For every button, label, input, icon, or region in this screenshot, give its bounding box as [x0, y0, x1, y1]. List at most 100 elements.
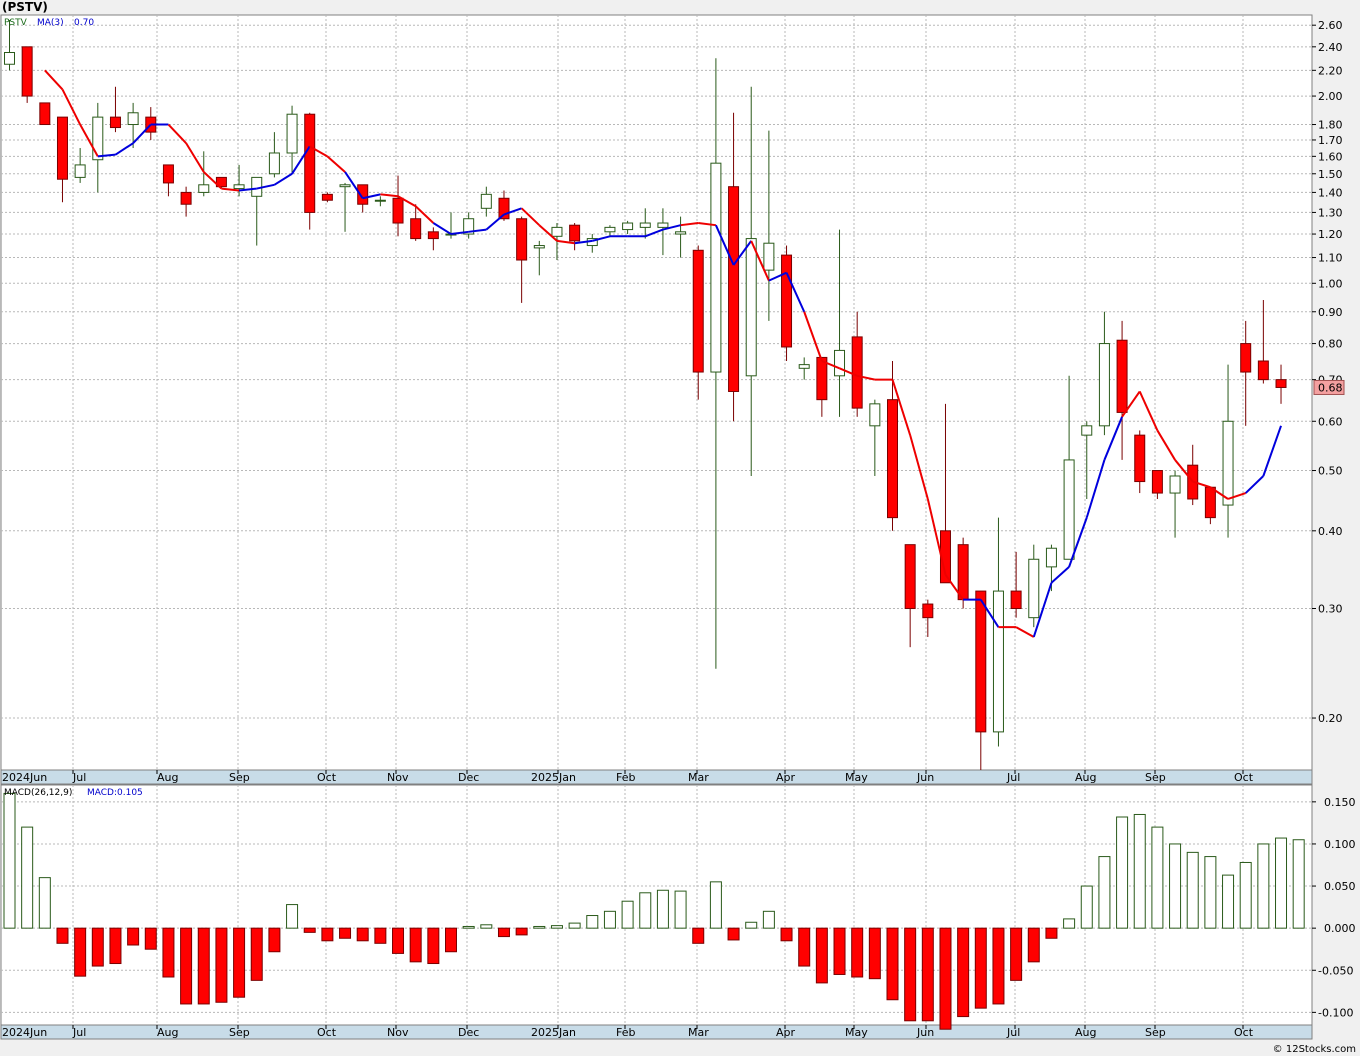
macd-bar	[886, 927, 899, 1001]
x-tick-label: Oct	[317, 1026, 337, 1039]
y-tick-label: 1.60	[1318, 150, 1343, 163]
macd-bar	[1151, 826, 1164, 929]
y-tick-label: -0.100	[1318, 1006, 1353, 1019]
candle-body	[1222, 420, 1234, 506]
y-tick-label: 1.70	[1318, 134, 1343, 147]
macd-panel	[0, 784, 1313, 1026]
x-tick-label: Jul	[72, 771, 86, 784]
x-tick-label: Oct	[1234, 1026, 1254, 1039]
candle-body	[957, 544, 969, 601]
macd-bar	[74, 927, 87, 977]
macd-bar	[1010, 927, 1023, 981]
last-price-label: 0.68	[1318, 381, 1343, 394]
macd-bar	[851, 927, 864, 978]
y-tick-label: 1.10	[1318, 252, 1343, 265]
macd-bar	[780, 927, 793, 942]
macd-bar	[1186, 851, 1199, 929]
x-tick-label: Nov	[387, 1026, 409, 1039]
candle-body	[763, 242, 775, 271]
candle-body	[1116, 339, 1128, 413]
candle-body	[1275, 379, 1287, 388]
y-tick-label: 0.30	[1318, 603, 1343, 616]
candle-body	[1204, 486, 1216, 519]
candle-body	[1081, 425, 1093, 436]
price-panel	[0, 14, 1313, 771]
copyright-credit: © 12Stocks.com	[1272, 1044, 1356, 1055]
macd-bar	[321, 927, 334, 942]
candle-body	[92, 116, 104, 161]
macd-bar	[3, 792, 16, 929]
macd-bar	[497, 927, 510, 938]
macd-bar	[550, 925, 563, 929]
macd-bar	[957, 927, 970, 1018]
candle-body	[728, 186, 740, 392]
x-tick-label: Feb	[616, 771, 635, 784]
candle-body	[233, 184, 245, 190]
x-tick-label: Dec	[458, 1026, 479, 1039]
candle-body	[1151, 470, 1163, 494]
candle-body	[427, 231, 439, 240]
x-tick-label: May	[845, 1026, 868, 1039]
candle-body	[180, 191, 192, 205]
macd-bar	[286, 904, 299, 929]
x-tick-label: Apr	[776, 771, 796, 784]
candle-body	[569, 224, 581, 242]
candle-body	[798, 364, 810, 369]
candle-body	[21, 46, 33, 97]
candle-body	[339, 184, 351, 188]
candle-body	[781, 254, 793, 348]
candle	[781, 245, 793, 362]
macd-legend-label: MACD(26,12,9)	[4, 788, 72, 798]
macd-bar	[1275, 837, 1288, 929]
x-tick-label: Sep	[229, 1026, 250, 1039]
candle-body	[480, 193, 492, 209]
candle-body	[410, 218, 422, 240]
candle-body	[992, 590, 1004, 733]
macd-bar	[480, 924, 493, 929]
macd-bar	[445, 927, 457, 953]
legend-ma-value: 0.70	[74, 18, 94, 28]
y-tick-label: 1.50	[1318, 168, 1343, 181]
candle	[304, 112, 316, 230]
candle-body	[922, 603, 934, 619]
candle-body	[56, 116, 68, 180]
price-y-axis: 2.60 2.40 2.20 2.00 1.80 1.70 1.60 1.50 1.40 1.30…	[1312, 19, 1343, 725]
candle-body	[74, 164, 86, 178]
macd-bar	[427, 927, 440, 965]
macd-bar	[356, 927, 369, 942]
y-tick-label: 0.100	[1324, 838, 1356, 851]
y-tick-label: 1.40	[1318, 186, 1343, 199]
y-tick-label: 0.50	[1318, 465, 1343, 478]
macd-bar	[815, 927, 828, 984]
macd-bar	[144, 927, 157, 950]
macd-bar	[109, 927, 122, 965]
x-tick-label: Mar	[688, 1026, 709, 1039]
macd-bar	[727, 927, 740, 941]
macd-bar	[1239, 861, 1252, 929]
candle-body	[1098, 343, 1110, 427]
candle-body	[1134, 434, 1146, 483]
candle-body	[834, 349, 846, 377]
price-x-axis: 2024Jun Jul Aug Sep Oct Nov Dec 2025Jan Feb Mar Ap…	[0, 769, 1313, 785]
y-tick-label: -0.050	[1318, 964, 1353, 977]
macd-bar	[904, 927, 917, 1022]
macd-bar	[1098, 856, 1111, 929]
macd-y-axis: 0.150 0.100 0.050 0.000 -0.050 -0.100	[1312, 796, 1356, 1019]
macd-bar	[939, 927, 952, 1030]
macd-bar	[91, 927, 104, 967]
x-axis-band	[0, 1024, 1313, 1040]
candle-body	[692, 249, 704, 373]
macd-bar	[38, 877, 51, 929]
candle-body	[1028, 558, 1040, 619]
macd-x-axis: 2024Jun Jul Aug Sep Oct Nov Dec 2025Jan Feb Mar Ap…	[0, 1024, 1313, 1040]
candle-body	[321, 193, 333, 201]
macd-legend-value: MACD:0.105	[87, 788, 143, 798]
macd-bar	[374, 927, 387, 944]
macd-bar	[603, 910, 616, 929]
macd-bar	[762, 910, 775, 929]
candle-body	[604, 226, 616, 233]
x-tick-label: Oct	[317, 771, 337, 784]
candle-body	[1063, 459, 1075, 560]
candle	[39, 102, 51, 126]
candle-body	[109, 116, 121, 129]
